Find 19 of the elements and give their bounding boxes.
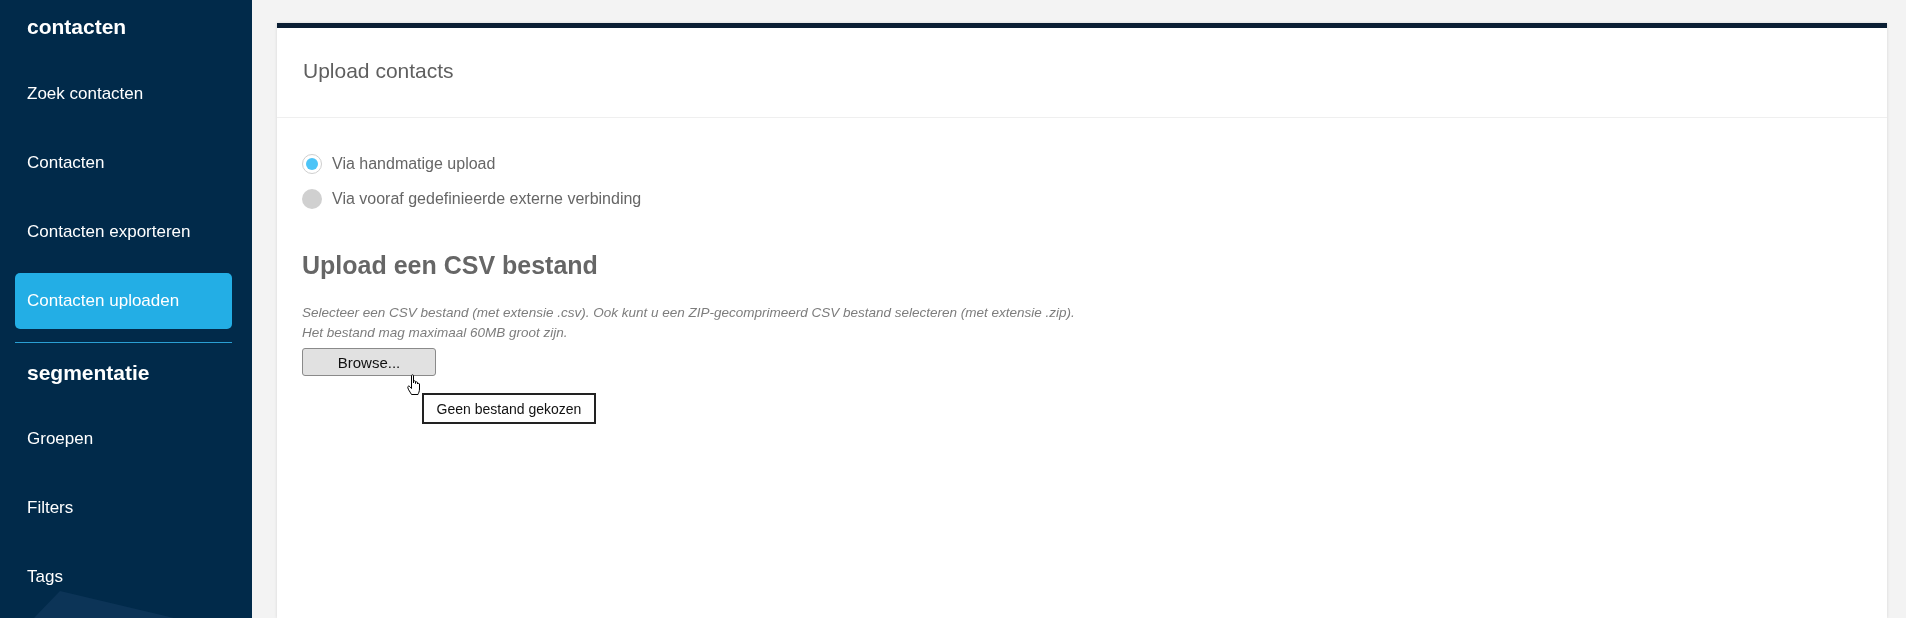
help-text: Het bestand mag maximaal 60MB groot zijn.: [302, 324, 569, 342]
card-title: Upload contacts: [303, 57, 454, 84]
sidebar-item[interactable]: Groepen: [15, 411, 232, 467]
sidebar-section-title: segmentatie: [26, 360, 151, 386]
radio-label[interactable]: Via handmatige upload: [332, 155, 496, 173]
sidebar-item[interactable]: Tags: [15, 549, 232, 605]
sidebar-item[interactable]: Filters: [15, 480, 232, 536]
tooltip: Geen bestand gekozen: [422, 393, 596, 424]
browse-button[interactable]: Browse...: [302, 348, 436, 376]
sidebar-item[interactable]: Zoek contacten: [15, 66, 232, 122]
help-text: Selecteer een CSV bestand (met extensie .csv). Ook kunt u een ZIP-gecomprimeerd CSV bestand selecteren (met extensie .zip).: [302, 304, 1076, 322]
sidebar-item[interactable]: Contacten: [15, 135, 232, 191]
radio-label[interactable]: Via vooraf gedefinieerde externe verbinding: [332, 190, 642, 208]
section-heading: Upload een CSV bestand: [302, 250, 599, 281]
sidebar-item[interactable]: Contacten exporteren: [15, 204, 232, 260]
radio-button[interactable]: [302, 189, 322, 209]
sidebar-section-title: contacten: [26, 14, 128, 40]
hand-cursor-icon: [407, 374, 421, 396]
radio-button[interactable]: [302, 154, 322, 174]
